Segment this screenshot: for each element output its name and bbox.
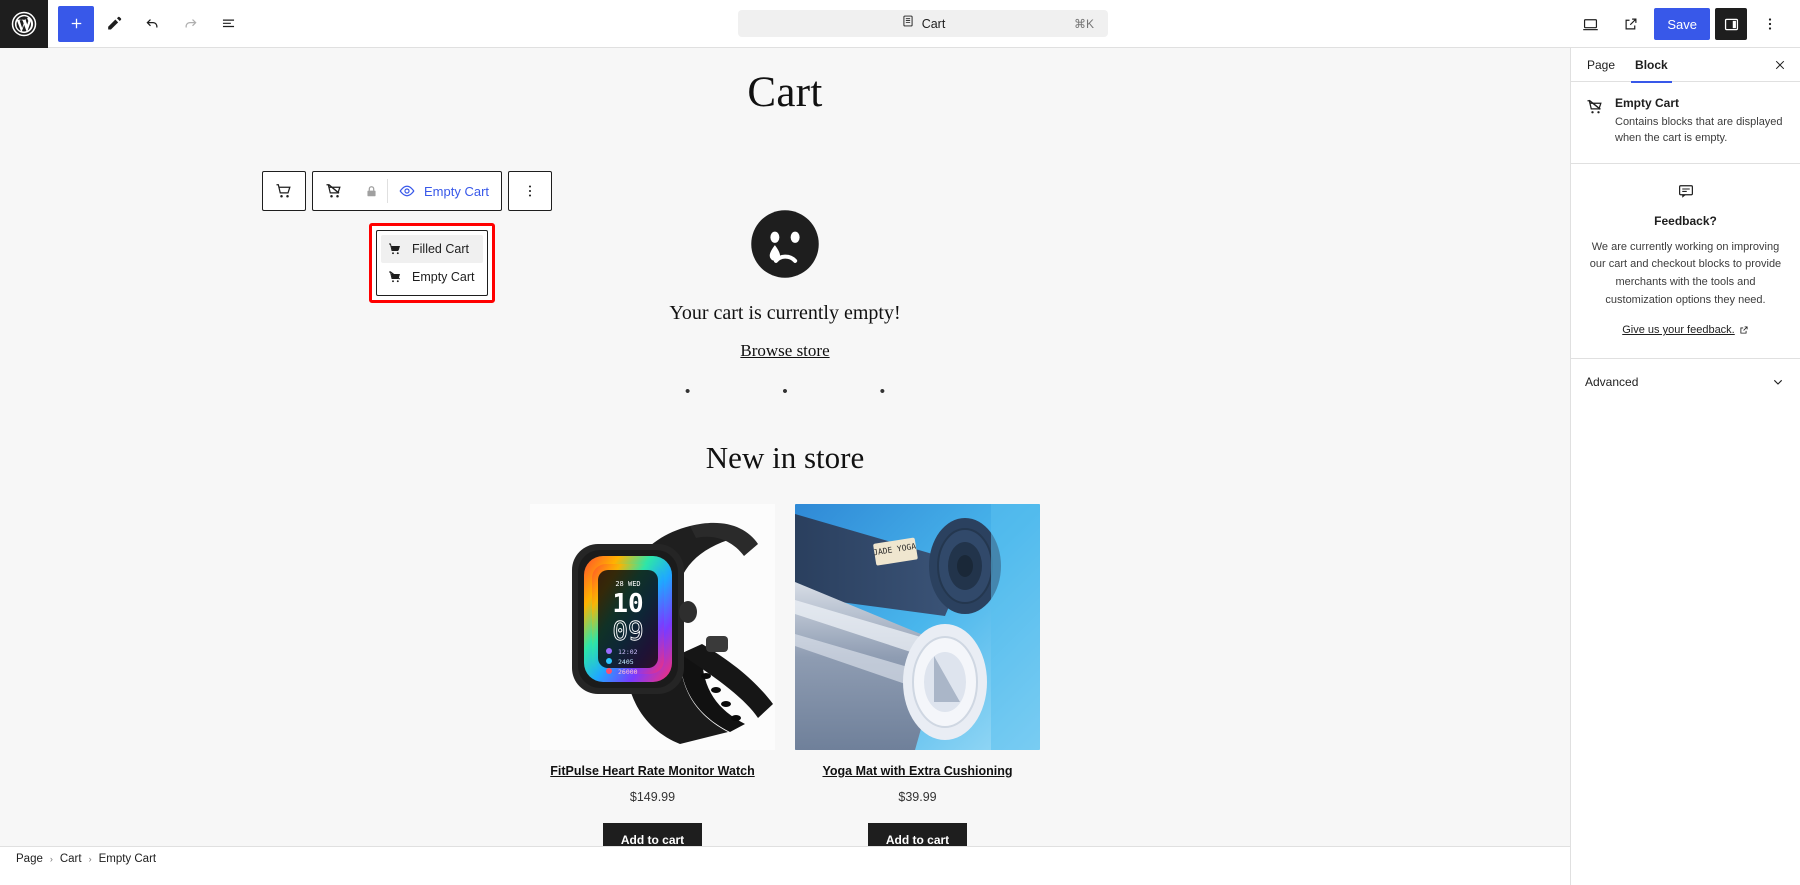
close-icon[interactable]	[1768, 53, 1792, 77]
view-switcher-dropdown: Filled Cart Empty Cart	[376, 230, 488, 296]
view-switcher-label: Empty Cart	[424, 183, 490, 199]
browse-store-link[interactable]: Browse store	[740, 341, 829, 361]
filled-cart-icon	[387, 241, 403, 257]
command-search-bar[interactable]: Cart ⌘K	[738, 10, 1108, 37]
feedback-panel: Feedback? We are currently working on im…	[1571, 163, 1800, 360]
options-vertical-dots-icon[interactable]	[1752, 6, 1788, 42]
advanced-label: Advanced	[1585, 374, 1639, 389]
product-name[interactable]: FitPulse Heart Rate Monitor Watch	[530, 764, 775, 778]
page-icon	[901, 14, 915, 33]
give-feedback-link[interactable]: Give us your feedback.	[1622, 324, 1749, 336]
watch-stat-2: 2405	[618, 658, 634, 666]
chevron-down-icon	[1770, 374, 1786, 390]
dropdown-item-empty-cart[interactable]: Empty Cart	[381, 263, 483, 291]
watch-minute: 09	[612, 617, 643, 647]
wordpress-logo-icon[interactable]	[0, 0, 48, 48]
external-link-icon	[1739, 325, 1749, 335]
breadcrumb-separator: ›	[49, 853, 53, 864]
lock-icon	[355, 172, 387, 210]
empty-cart-icon	[1585, 97, 1605, 147]
give-feedback-link-label: Give us your feedback.	[1622, 324, 1735, 337]
block-more-group	[508, 171, 553, 211]
new-in-store-heading: New in store	[705, 440, 865, 475]
block-options-vertical-dots-icon[interactable]	[509, 172, 551, 210]
breadcrumb: Page › Cart › Empty Cart	[0, 846, 1570, 870]
separator-dots: • • •	[684, 383, 930, 400]
top-bar-right-tools: Save	[1572, 0, 1788, 48]
eye-icon	[398, 182, 416, 200]
product-name[interactable]: Yoga Mat with Extra Cushioning	[795, 764, 1040, 778]
undo-button[interactable]	[134, 6, 170, 42]
empty-cart-message: Your cart is currently empty!	[669, 302, 901, 324]
watch-stat-3: 26000	[618, 668, 638, 676]
feedback-text: We are currently working on improving ou…	[1589, 240, 1782, 306]
feedback-title: Feedback?	[1654, 213, 1717, 228]
advanced-section-toggle[interactable]: Advanced	[1571, 359, 1800, 404]
cart-icon[interactable]	[263, 172, 305, 210]
command-bar-label: Cart	[921, 16, 946, 31]
tab-page[interactable]: Page	[1577, 48, 1625, 82]
empty-cart-icon	[387, 269, 403, 285]
dropdown-item-filled-cart[interactable]: Filled Cart	[381, 235, 483, 263]
tab-block[interactable]: Block	[1625, 48, 1678, 83]
block-toolbar: Empty Cart	[262, 171, 553, 211]
top-bar-left-tools	[48, 5, 246, 42]
block-info-description: Contains blocks that are displayed when …	[1615, 116, 1783, 144]
block-info-title: Empty Cart	[1615, 96, 1680, 110]
desktop-preview-icon[interactable]	[1572, 6, 1608, 42]
block-info-panel: Empty Cart Contains blocks that are disp…	[1571, 82, 1800, 164]
sidebar-tabs: Page Block	[1571, 48, 1800, 83]
watch-hour: 10	[612, 589, 643, 619]
breadcrumb-separator: ›	[88, 853, 92, 864]
watch-stat-1: 12:02	[618, 648, 638, 656]
save-button[interactable]: Save	[1654, 8, 1710, 40]
view-switcher-button[interactable]: Empty Cart	[388, 172, 501, 210]
settings-sidebar: Page Block Empty Cart Contains blocks th…	[1570, 48, 1800, 885]
dropdown-item-label: Filled Cart	[412, 242, 469, 256]
product-price: $149.99	[629, 790, 676, 804]
redo-button[interactable]	[172, 6, 208, 42]
crying-face-icon	[751, 210, 819, 278]
list-view-button[interactable]	[210, 6, 246, 42]
watch-date: 28 WED	[615, 580, 640, 588]
smartwatch-product-image[interactable]: 28 WED 10 09 12:02 2405 26000	[530, 504, 775, 750]
parent-block-group	[262, 171, 306, 211]
feedback-comment-icon	[1677, 182, 1695, 200]
breadcrumb-item-page[interactable]: Page	[16, 853, 43, 865]
product-card: 28 WED 10 09 12:02 2405 26000 FitPulse H…	[530, 504, 775, 857]
empty-cart-icon[interactable]	[313, 172, 355, 210]
external-link-icon[interactable]	[1613, 6, 1649, 42]
product-price: $39.99	[898, 790, 937, 804]
yoga-mat-product-image[interactable]: JADE YOGA	[795, 504, 1040, 750]
tools-pencil-button[interactable]	[96, 6, 132, 42]
product-grid: 28 WED 10 09 12:02 2405 26000 FitPulse H…	[0, 504, 1570, 857]
breadcrumb-item-empty-cart[interactable]: Empty Cart	[99, 853, 157, 865]
editor-canvas: Cart Empty Cart Filled Cart Empty Cart Y…	[0, 48, 1570, 870]
product-card: JADE YOGA Yoga Mat with Extra Cushioning…	[795, 504, 1040, 857]
editor-top-bar: Cart ⌘K Save	[0, 0, 1800, 48]
dropdown-item-label: Empty Cart	[412, 270, 475, 284]
sidebar-panel-icon[interactable]	[1715, 8, 1747, 40]
page-title: Cart	[747, 69, 823, 116]
empty-cart-content: Your cart is currently empty! Browse sto…	[0, 208, 1570, 857]
breadcrumb-item-cart[interactable]: Cart	[60, 853, 82, 865]
block-actions-group: Empty Cart	[312, 171, 503, 211]
add-block-button[interactable]	[58, 5, 94, 42]
command-bar-shortcut: ⌘K	[1073, 16, 1094, 31]
view-switcher-dropdown-highlight: Filled Cart Empty Cart	[369, 223, 495, 303]
